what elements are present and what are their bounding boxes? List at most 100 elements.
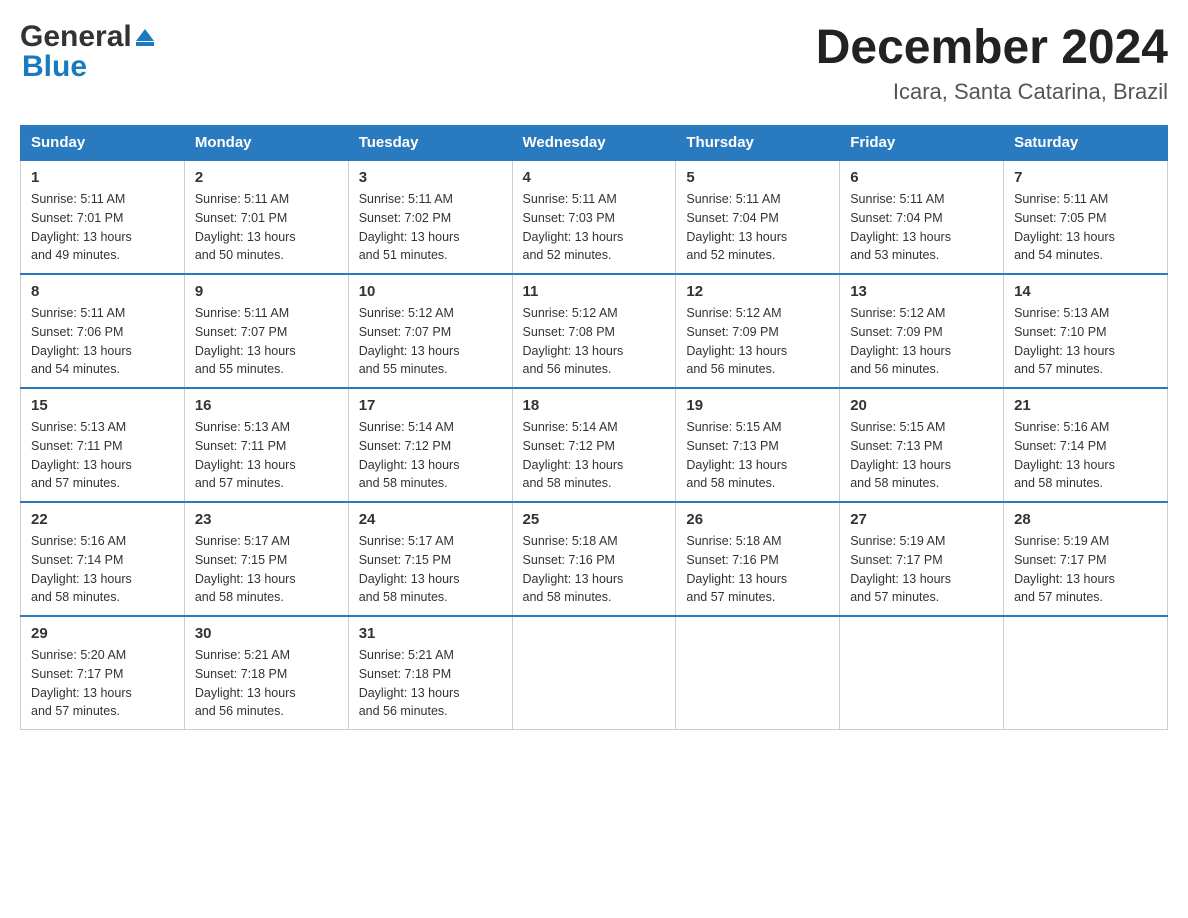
day-info: Sunrise: 5:11 AMSunset: 7:07 PMDaylight:… <box>195 304 338 379</box>
day-info: Sunrise: 5:13 AMSunset: 7:11 PMDaylight:… <box>195 418 338 493</box>
day-info: Sunrise: 5:17 AMSunset: 7:15 PMDaylight:… <box>359 532 502 607</box>
day-cell-22: 22Sunrise: 5:16 AMSunset: 7:14 PMDayligh… <box>21 502 185 616</box>
day-cell-21: 21 Sunrise: 5:16 AMSunset: 7:14 PMDayligh… <box>1004 388 1168 502</box>
day-info: Sunrise: 5:11 AMSunset: 7:01 PMDaylight:… <box>31 190 174 265</box>
day-number: 31 <box>359 625 502 642</box>
day-info: Sunrise: 5:19 AMSunset: 7:17 PMDaylight:… <box>1014 532 1157 607</box>
day-cell-14: 14 Sunrise: 5:13 AMSunset: 7:10 PMDayligh… <box>1004 274 1168 388</box>
weekday-header-thursday: Thursday <box>676 126 840 161</box>
day-info: Sunrise: 5:14 AMSunset: 7:12 PMDaylight:… <box>359 418 502 493</box>
day-info: Sunrise: 5:11 AMSunset: 7:05 PMDaylight:… <box>1014 190 1157 265</box>
day-cell-20: 20 Sunrise: 5:15 AMSunset: 7:13 PMDayligh… <box>840 388 1004 502</box>
day-number: 18 <box>523 397 666 414</box>
weekday-header-tuesday: Tuesday <box>348 126 512 161</box>
calendar-subtitle: Icara, Santa Catarina, Brazil <box>816 79 1168 105</box>
day-info: Sunrise: 5:18 AMSunset: 7:16 PMDaylight:… <box>686 532 829 607</box>
day-number: 5 <box>686 169 829 186</box>
day-number: 2 <box>195 169 338 186</box>
day-cell-1: 1 Sunrise: 5:11 AMSunset: 7:01 PMDaylight… <box>21 160 185 274</box>
day-number: 19 <box>686 397 829 414</box>
logo-icon <box>136 29 154 46</box>
day-info: Sunrise: 5:19 AMSunset: 7:17 PMDaylight:… <box>850 532 993 607</box>
day-info: Sunrise: 5:17 AMSunset: 7:15 PMDaylight:… <box>195 532 338 607</box>
day-number: 30 <box>195 625 338 642</box>
weekday-header-wednesday: Wednesday <box>512 126 676 161</box>
week-row-5: 29 Sunrise: 5:20 AMSunset: 7:17 PMDayligh… <box>21 616 1168 730</box>
day-info: Sunrise: 5:13 AMSunset: 7:10 PMDaylight:… <box>1014 304 1157 379</box>
page-header: General Blue December 2024 Icara, Santa … <box>20 20 1168 105</box>
day-info: Sunrise: 5:15 AMSunset: 7:13 PMDaylight:… <box>850 418 993 493</box>
day-number: 17 <box>359 397 502 414</box>
day-cell-23: 23Sunrise: 5:17 AMSunset: 7:15 PMDayligh… <box>184 502 348 616</box>
day-info: Sunrise: 5:16 AMSunset: 7:14 PMDaylight:… <box>31 532 174 607</box>
day-cell-11: 11 Sunrise: 5:12 AMSunset: 7:08 PMDayligh… <box>512 274 676 388</box>
day-info: Sunrise: 5:11 AMSunset: 7:01 PMDaylight:… <box>195 190 338 265</box>
day-number: 16 <box>195 397 338 414</box>
weekday-header-sunday: Sunday <box>21 126 185 161</box>
day-cell-25: 25 Sunrise: 5:18 AMSunset: 7:16 PMDayligh… <box>512 502 676 616</box>
week-row-1: 1 Sunrise: 5:11 AMSunset: 7:01 PMDaylight… <box>21 160 1168 274</box>
day-number: 1 <box>31 169 174 186</box>
day-number: 21 <box>1014 397 1157 414</box>
day-cell-6: 6 Sunrise: 5:11 AMSunset: 7:04 PMDaylight… <box>840 160 1004 274</box>
day-number: 12 <box>686 283 829 300</box>
day-number: 6 <box>850 169 993 186</box>
day-number: 8 <box>31 283 174 300</box>
day-info: Sunrise: 5:16 AMSunset: 7:14 PMDaylight:… <box>1014 418 1157 493</box>
day-info: Sunrise: 5:12 AMSunset: 7:07 PMDaylight:… <box>359 304 502 379</box>
day-cell-18: 18 Sunrise: 5:14 AMSunset: 7:12 PMDayligh… <box>512 388 676 502</box>
day-cell-8: 8 Sunrise: 5:11 AMSunset: 7:06 PMDaylight… <box>21 274 185 388</box>
day-cell-12: 12 Sunrise: 5:12 AMSunset: 7:09 PMDayligh… <box>676 274 840 388</box>
day-info: Sunrise: 5:21 AMSunset: 7:18 PMDaylight:… <box>359 646 502 721</box>
day-info: Sunrise: 5:14 AMSunset: 7:12 PMDaylight:… <box>523 418 666 493</box>
title-section: December 2024 Icara, Santa Catarina, Bra… <box>816 20 1168 105</box>
day-info: Sunrise: 5:11 AMSunset: 7:04 PMDaylight:… <box>850 190 993 265</box>
week-row-2: 8 Sunrise: 5:11 AMSunset: 7:06 PMDaylight… <box>21 274 1168 388</box>
day-info: Sunrise: 5:11 AMSunset: 7:03 PMDaylight:… <box>523 190 666 265</box>
day-number: 25 <box>523 511 666 528</box>
empty-cell <box>1004 616 1168 730</box>
day-info: Sunrise: 5:12 AMSunset: 7:08 PMDaylight:… <box>523 304 666 379</box>
day-cell-24: 24 Sunrise: 5:17 AMSunset: 7:15 PMDayligh… <box>348 502 512 616</box>
day-number: 29 <box>31 625 174 642</box>
day-cell-16: 16 Sunrise: 5:13 AMSunset: 7:11 PMDayligh… <box>184 388 348 502</box>
day-cell-4: 4 Sunrise: 5:11 AMSunset: 7:03 PMDaylight… <box>512 160 676 274</box>
empty-cell <box>840 616 1004 730</box>
day-cell-7: 7 Sunrise: 5:11 AMSunset: 7:05 PMDaylight… <box>1004 160 1168 274</box>
calendar-title: December 2024 <box>816 20 1168 75</box>
day-number: 28 <box>1014 511 1157 528</box>
day-info: Sunrise: 5:11 AMSunset: 7:04 PMDaylight:… <box>686 190 829 265</box>
day-number: 14 <box>1014 283 1157 300</box>
day-info: Sunrise: 5:18 AMSunset: 7:16 PMDaylight:… <box>523 532 666 607</box>
day-cell-31: 31 Sunrise: 5:21 AMSunset: 7:18 PMDayligh… <box>348 616 512 730</box>
day-number: 20 <box>850 397 993 414</box>
day-info: Sunrise: 5:21 AMSunset: 7:18 PMDaylight:… <box>195 646 338 721</box>
day-number: 24 <box>359 511 502 528</box>
day-info: Sunrise: 5:11 AMSunset: 7:06 PMDaylight:… <box>31 304 174 379</box>
empty-cell <box>676 616 840 730</box>
day-info: Sunrise: 5:12 AMSunset: 7:09 PMDaylight:… <box>686 304 829 379</box>
day-cell-13: 13Sunrise: 5:12 AMSunset: 7:09 PMDayligh… <box>840 274 1004 388</box>
logo-blue-text: Blue <box>22 50 87 84</box>
logo-general-text: General <box>20 20 132 54</box>
day-cell-27: 27 Sunrise: 5:19 AMSunset: 7:17 PMDayligh… <box>840 502 1004 616</box>
day-cell-30: 30 Sunrise: 5:21 AMSunset: 7:18 PMDayligh… <box>184 616 348 730</box>
logo: General Blue <box>20 20 154 84</box>
day-info: Sunrise: 5:15 AMSunset: 7:13 PMDaylight:… <box>686 418 829 493</box>
day-number: 4 <box>523 169 666 186</box>
day-number: 7 <box>1014 169 1157 186</box>
weekday-header-saturday: Saturday <box>1004 126 1168 161</box>
day-info: Sunrise: 5:11 AMSunset: 7:02 PMDaylight:… <box>359 190 502 265</box>
day-cell-19: 19 Sunrise: 5:15 AMSunset: 7:13 PMDayligh… <box>676 388 840 502</box>
day-info: Sunrise: 5:20 AMSunset: 7:17 PMDaylight:… <box>31 646 174 721</box>
day-number: 11 <box>523 283 666 300</box>
day-number: 15 <box>31 397 174 414</box>
day-info: Sunrise: 5:13 AMSunset: 7:11 PMDaylight:… <box>31 418 174 493</box>
day-cell-29: 29 Sunrise: 5:20 AMSunset: 7:17 PMDayligh… <box>21 616 185 730</box>
day-number: 27 <box>850 511 993 528</box>
empty-cell <box>512 616 676 730</box>
day-number: 9 <box>195 283 338 300</box>
day-number: 3 <box>359 169 502 186</box>
weekday-header-row: SundayMondayTuesdayWednesdayThursdayFrid… <box>21 126 1168 161</box>
calendar-table: SundayMondayTuesdayWednesdayThursdayFrid… <box>20 125 1168 730</box>
